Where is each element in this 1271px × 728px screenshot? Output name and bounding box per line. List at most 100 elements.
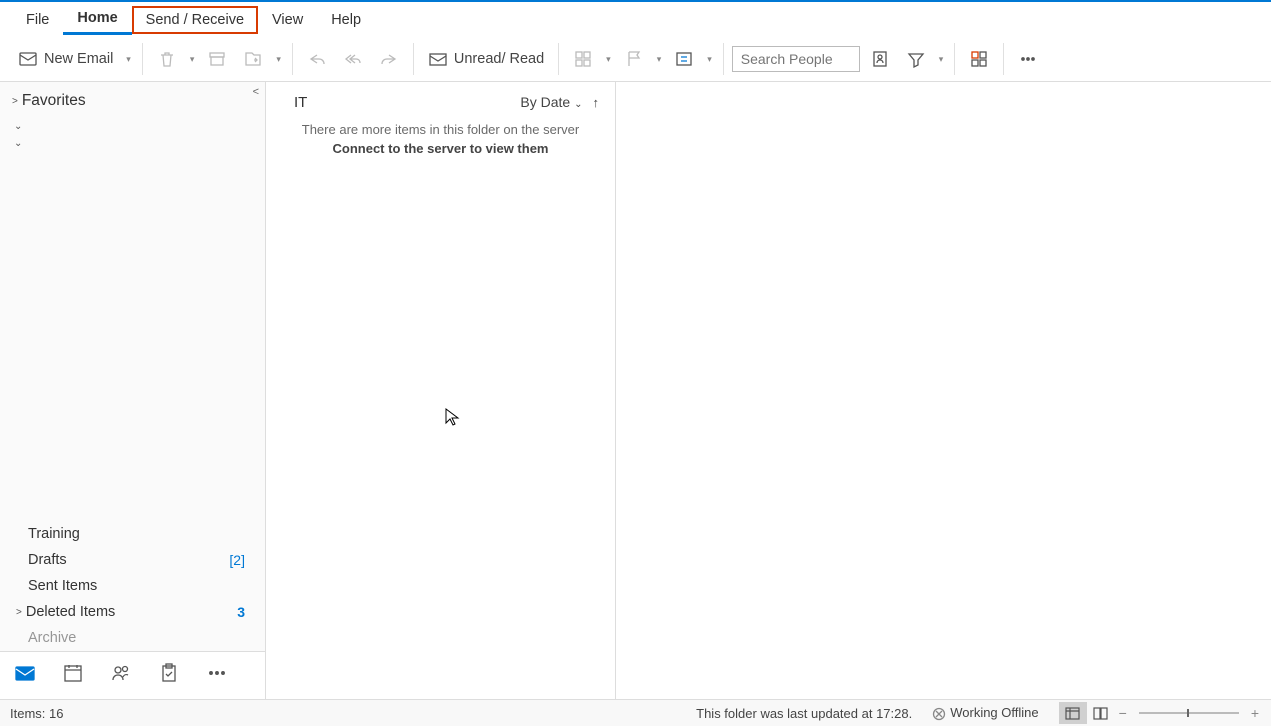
folder-label: Archive [28,630,245,646]
status-last-updated: This folder was last updated at 17:28. [696,706,912,721]
addins-icon [969,49,989,69]
connection-label: Working Offline [950,705,1038,720]
delete-dropdown[interactable]: ▾ [187,54,198,65]
archive-icon [207,49,227,69]
categorize-button[interactable] [567,45,599,73]
new-email-button[interactable]: New Email [12,45,119,73]
filter-button[interactable] [900,45,932,73]
flag-dropdown[interactable]: ▾ [654,54,665,65]
menu-home[interactable]: Home [63,4,131,35]
folder-drafts[interactable]: Drafts [2] [20,547,253,573]
tasks-nav-button[interactable] [158,662,180,689]
reply-icon [307,49,327,69]
flag-icon [624,49,644,69]
sort-button[interactable]: By Date ⌄ [520,94,582,110]
unread-read-button[interactable]: Unread/ Read [422,45,550,73]
people-nav-button[interactable] [110,662,132,689]
people-icon [110,662,132,684]
categorize-dropdown[interactable]: ▾ [603,54,614,65]
chevron-down-icon: ⌄ [574,99,582,110]
folder-archive[interactable]: Archive [20,625,253,651]
delete-button[interactable] [151,45,183,73]
view-normal-button[interactable] [1059,702,1087,724]
move-icon [243,49,263,69]
mail-icon [18,49,38,69]
addins-button[interactable] [963,45,995,73]
status-items: Items: 16 [0,706,63,721]
move-button[interactable] [237,45,269,73]
archive-button[interactable] [201,45,233,73]
message-list-pane: IT By Date ⌄ ↑ There are more items in t… [266,82,616,699]
info-line2: Connect to the server to view them [278,141,603,156]
chevron-right-icon: > [16,607,22,618]
sort-label: By Date [520,94,570,110]
reply-button[interactable] [301,45,333,73]
folder-title: IT [294,94,307,111]
ellipsis-icon [1018,49,1038,69]
info-line1: There are more items in this folder on t… [278,122,603,137]
reading-pane [616,82,1271,699]
nav-bottom-bar [0,651,265,699]
menu-view[interactable]: View [258,6,317,34]
folder-label: Sent Items [28,578,245,594]
trash-icon [157,49,177,69]
favorites-label: Favorites [22,92,86,110]
menubar: File Home Send / Receive View Help [0,2,1271,37]
filter-dropdown[interactable]: ▾ [936,54,947,65]
reply-all-button[interactable] [337,45,369,73]
forward-icon [379,49,399,69]
sort-direction-button[interactable]: ↑ [593,95,600,110]
status-connection: Working Offline [932,705,1038,721]
calendar-nav-button[interactable] [62,662,84,689]
folder-count: 3 [237,604,245,620]
collapse-nav-button[interactable]: < [253,86,259,98]
folder-count: [2] [229,552,245,568]
zoom-out-button[interactable]: − [1115,705,1131,721]
chevron-down-icon: ⌄ [14,138,22,149]
menu-help[interactable]: Help [317,6,375,34]
navigation-pane: < > Favorites ⌄ ⌄ Training Drafts [2] Se… [0,82,266,699]
forward-button[interactable] [373,45,405,73]
new-email-label: New Email [44,51,113,67]
folder-training[interactable]: Training [20,521,253,547]
account-node-2[interactable]: ⌄ [10,135,265,152]
tasks-icon [158,662,180,684]
address-book-button[interactable] [864,45,896,73]
folder-label: Training [28,526,245,542]
mail-icon [14,662,36,684]
offline-icon [932,705,950,720]
folder-label: Deleted Items [26,604,237,620]
folder-deleted-items[interactable]: > Deleted Items 3 [8,599,253,625]
account-node-1[interactable]: ⌄ [10,118,265,135]
zoom-slider[interactable] [1139,712,1239,714]
menu-file[interactable]: File [12,6,63,34]
categorize-icon [573,49,593,69]
menu-send-receive[interactable]: Send / Receive [132,6,258,34]
favorites-section[interactable]: > Favorites [0,82,265,116]
address-book-icon [870,49,890,69]
move-dropdown[interactable]: ▾ [273,54,284,65]
chevron-down-icon: ⌄ [14,121,22,132]
status-bar: Items: 16 This folder was last updated a… [0,699,1271,726]
folder-sent-items[interactable]: Sent Items [20,573,253,599]
policy-button[interactable] [668,45,700,73]
policy-dropdown[interactable]: ▾ [704,54,715,65]
policy-icon [674,49,694,69]
chevron-right-icon: > [12,96,18,107]
zoom-in-button[interactable]: + [1247,705,1263,721]
search-people-input[interactable] [732,46,860,72]
calendar-icon [62,662,84,684]
filter-icon [906,49,926,69]
flag-button[interactable] [618,45,650,73]
new-email-dropdown[interactable]: ▾ [123,54,134,65]
unread-read-label: Unread/ Read [454,51,544,67]
folder-label: Drafts [28,552,229,568]
mail-nav-button[interactable] [14,662,36,689]
reply-all-icon [343,49,363,69]
toolbar: New Email ▾ ▾ ▾ Unread/ Read ▾ ▾ ▾ ▾ [0,37,1271,82]
view-reading-button[interactable] [1087,702,1115,724]
layout-icon [1065,706,1080,721]
more-nav-button[interactable] [206,662,228,689]
more-button[interactable] [1012,45,1044,73]
envelope-icon [428,49,448,69]
